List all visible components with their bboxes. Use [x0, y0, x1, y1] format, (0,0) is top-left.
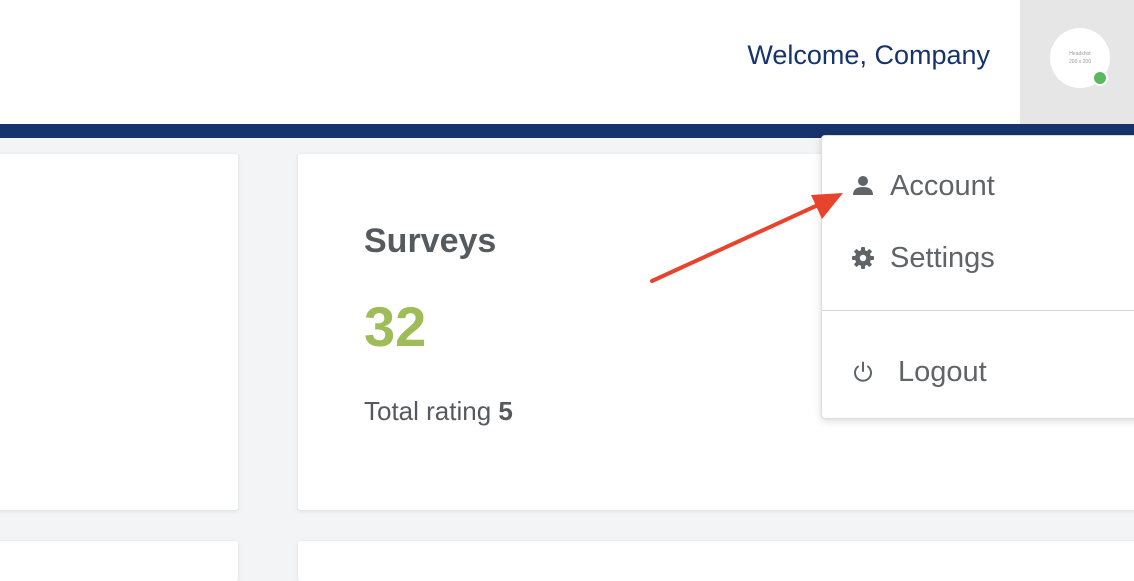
- menu-item-account-label: Account: [890, 169, 995, 202]
- dashboard-card-bottom-left: [0, 541, 238, 581]
- dashboard-card-left: [0, 154, 238, 510]
- menu-item-settings-label: Settings: [890, 241, 995, 274]
- surveys-card-title: Surveys: [364, 222, 497, 260]
- online-status-indicator: [1092, 70, 1108, 86]
- user-menu-toggle[interactable]: Headshot 200 x 200: [1020, 0, 1134, 124]
- dashboard-card-bottom-middle: [298, 541, 1134, 581]
- avatar[interactable]: Headshot 200 x 200: [1050, 28, 1110, 88]
- user-dropdown-menu: Account Settings Logout: [821, 135, 1134, 419]
- menu-divider: [822, 310, 1134, 311]
- welcome-text: Welcome, Company: [747, 40, 990, 70]
- avatar-placeholder-line2: 200 x 200: [1069, 59, 1091, 65]
- total-rating-label: Total rating: [364, 396, 492, 426]
- gear-icon: [850, 245, 876, 271]
- top-header: Welcome, Company Headshot 200 x 200: [0, 0, 1134, 124]
- menu-item-logout[interactable]: Logout: [822, 342, 1134, 402]
- total-rating-value: 5: [498, 396, 513, 426]
- total-rating: Total rating 5: [364, 396, 513, 427]
- avatar-placeholder-line1: Headshot: [1069, 51, 1091, 57]
- menu-item-settings[interactable]: Settings: [822, 228, 1134, 288]
- menu-item-account[interactable]: Account: [822, 156, 1134, 216]
- person-icon: [850, 173, 876, 199]
- menu-item-logout-label: Logout: [898, 355, 987, 388]
- power-icon: [850, 359, 876, 385]
- surveys-count: 32: [364, 295, 427, 358]
